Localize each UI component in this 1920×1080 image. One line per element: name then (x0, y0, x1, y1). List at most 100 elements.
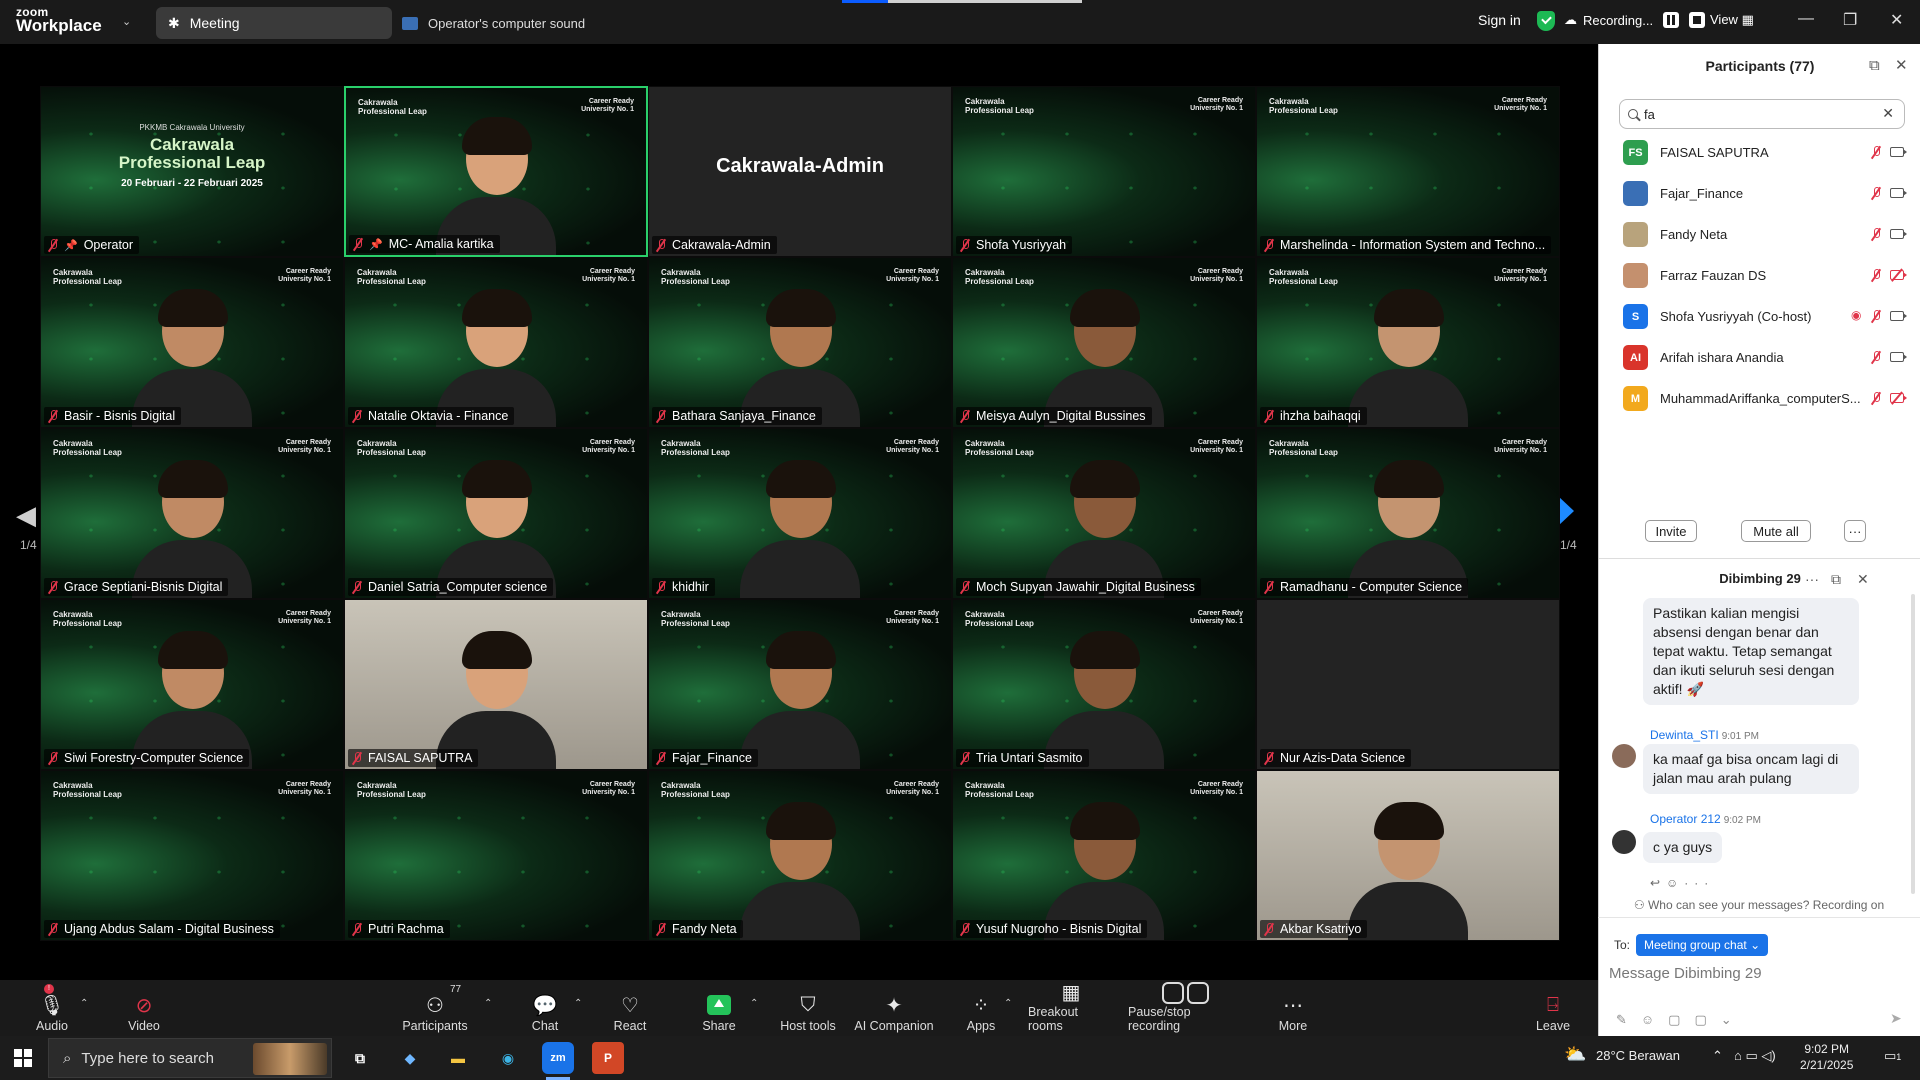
chat-options-caret[interactable]: ⌃ (574, 998, 582, 1009)
video-tile[interactable]: Cakrawala-Admin Cakrawala-Admin (648, 86, 952, 257)
video-tile[interactable]: Cakrawala Professional Leap Career Ready U… (1256, 257, 1560, 428)
security-shield-icon[interactable] (1537, 11, 1555, 31)
microphone-muted-icon[interactable] (1871, 310, 1881, 323)
copilot-icon[interactable]: ◆ (394, 1042, 426, 1074)
video-tile[interactable]: Cakrawala Professional Leap Career Ready U… (952, 428, 1256, 599)
compose-tools[interactable]: ✎☺▢▢⌄ (1616, 1012, 1746, 1028)
share-options-caret[interactable]: ⌃ (750, 998, 758, 1009)
chat-button[interactable]: 💬 Chat (530, 980, 560, 1036)
microphone-muted-icon[interactable] (1871, 269, 1881, 282)
close-icon[interactable]: ✕ (1890, 10, 1903, 30)
video-tile[interactable]: Cakrawala Professional Leap Career Ready U… (40, 599, 344, 770)
participants-options-caret[interactable]: ⌃ (484, 998, 492, 1009)
chat-more-icon[interactable]: ··· (1805, 559, 1819, 599)
minimize-icon[interactable]: — (1798, 10, 1814, 28)
apps-options-caret[interactable]: ⌃ (1004, 998, 1012, 1009)
mute-all-button[interactable]: Mute all (1741, 520, 1811, 542)
microphone-muted-icon[interactable] (1871, 392, 1881, 405)
participant-search-input[interactable]: fa ✕ (1619, 99, 1905, 129)
pause-stop-recording-button[interactable]: Pause/stop recording (1128, 980, 1242, 1036)
video-tile[interactable]: Cakrawala Professional Leap Career Ready U… (952, 257, 1256, 428)
participant-row[interactable]: S Shofa Yusriyyah (Co-host) ◉ (1599, 296, 1920, 337)
video-tile[interactable]: Akbar Ksatriyo (1256, 770, 1560, 941)
video-tile[interactable]: Cakrawala Professional Leap Career Ready U… (40, 428, 344, 599)
video-tile[interactable]: Cakrawala Professional Leap Career Ready U… (952, 599, 1256, 770)
sign-in-link[interactable]: Sign in (1478, 12, 1521, 28)
camera-off-icon[interactable] (1890, 270, 1907, 280)
camera-icon[interactable] (1890, 188, 1907, 198)
video-tile[interactable]: Cakrawala Professional Leap Career Ready U… (952, 770, 1256, 941)
apps-button[interactable]: ⁘ Apps (966, 980, 996, 1036)
audio-options-caret[interactable]: ⌃ (80, 998, 88, 1009)
participant-row[interactable]: AI Arifah ishara Anandia (1599, 337, 1920, 378)
participants-more-button[interactable]: ··· (1844, 520, 1866, 542)
invite-button[interactable]: Invite (1645, 520, 1697, 542)
video-tile[interactable]: Cakrawala Professional Leap Career Ready U… (648, 257, 952, 428)
video-tile[interactable]: Cakrawala Professional Leap Career Ready U… (40, 770, 344, 941)
system-tray-icons[interactable]: ⌂ ▭ ◁) (1734, 1048, 1776, 1064)
next-page-icon[interactable] (1558, 496, 1574, 526)
chat-visibility-note[interactable]: ⚇ Who can see your messages? Recording o… (1598, 898, 1920, 918)
participant-row[interactable]: Fajar_Finance (1599, 173, 1920, 214)
ai-companion-button[interactable]: ✦ AI Companion (854, 980, 934, 1036)
participant-row[interactable]: Fandy Neta (1599, 214, 1920, 255)
chevron-down-icon[interactable]: ⌄ (122, 15, 131, 28)
pause-recording-icon[interactable] (1663, 12, 1680, 28)
camera-icon[interactable] (1890, 311, 1907, 321)
video-tile[interactable]: Cakrawala Professional Leap Career Ready U… (344, 257, 648, 428)
message-actions[interactable]: ↩☺··· (1650, 876, 1714, 890)
pop-out-icon[interactable]: ⧉ (1869, 44, 1880, 88)
video-button[interactable]: ⊘ Video (120, 980, 168, 1036)
video-tile[interactable]: Nur Azis-Data Science (1256, 599, 1560, 770)
zoom-app-icon[interactable]: zm (542, 1042, 574, 1080)
video-tile[interactable]: Cakrawala Professional Leap Career Ready U… (1256, 428, 1560, 599)
tab-operator-sound[interactable]: Operator's computer sound (402, 7, 585, 39)
participant-row[interactable]: Farraz Fauzan DS (1599, 255, 1920, 296)
video-tile[interactable]: Cakrawala Professional Leap Career Ready U… (1256, 86, 1560, 257)
more-button[interactable]: ⋯ More (1276, 980, 1310, 1036)
microphone-muted-icon[interactable] (1871, 146, 1881, 159)
breakout-rooms-button[interactable]: ▦ Breakout rooms (1028, 980, 1114, 1036)
send-icon[interactable]: ➤ (1890, 1010, 1902, 1027)
taskbar-search-input[interactable]: ⌕ Type here to search (48, 1038, 332, 1078)
restore-icon[interactable]: ❐ (1843, 10, 1857, 30)
share-button[interactable]: Share (702, 980, 736, 1036)
stop-recording-icon[interactable] (1689, 12, 1706, 28)
task-view-icon[interactable]: ⧉ (344, 1042, 376, 1074)
chat-message-input[interactable]: Message Dibimbing 29 (1609, 965, 1762, 982)
camera-icon[interactable] (1890, 147, 1907, 157)
video-tile[interactable]: PKKMB Cakrawala University Cakrawala Profe… (40, 86, 344, 257)
chat-close-icon[interactable]: ✕ (1857, 559, 1869, 599)
powerpoint-icon[interactable]: P (592, 1042, 624, 1074)
camera-icon[interactable] (1890, 352, 1907, 362)
microphone-muted-icon[interactable] (1871, 351, 1881, 364)
video-tile[interactable]: Cakrawala Professional Leap Career Ready U… (40, 257, 344, 428)
microphone-muted-icon[interactable] (1871, 187, 1881, 200)
chat-scrollbar[interactable] (1911, 594, 1915, 894)
host-tools-button[interactable]: ⛉ Host tools (780, 980, 836, 1036)
camera-off-icon[interactable] (1890, 393, 1907, 403)
tab-meeting[interactable]: ✱ Meeting (156, 7, 392, 39)
video-tile[interactable]: Cakrawala Professional Leap Career Ready U… (648, 428, 952, 599)
close-panel-icon[interactable]: ✕ (1895, 44, 1908, 88)
taskbar-clock[interactable]: 9:02 PM 2/21/2025 (1800, 1041, 1853, 1073)
video-tile[interactable]: FAISAL SAPUTRA (344, 599, 648, 770)
video-tile[interactable]: Cakrawala Professional Leap Career Ready U… (952, 86, 1256, 257)
leave-button[interactable]: ⍈ Leave (1536, 980, 1570, 1036)
recipient-select[interactable]: Meeting group chat ⌄ (1636, 934, 1769, 956)
clear-search-icon[interactable]: ✕ (1882, 105, 1894, 122)
edge-icon[interactable]: ◉ (492, 1042, 524, 1074)
video-tile[interactable]: Cakrawala Professional Leap Career Ready U… (648, 770, 952, 941)
file-explorer-icon[interactable]: ▬ (442, 1042, 474, 1074)
microphone-muted-icon[interactable] (1871, 228, 1881, 241)
view-menu[interactable]: View ▦ (1710, 12, 1754, 28)
participant-row[interactable]: M MuhammadAriffanka_computerS... (1599, 378, 1920, 419)
camera-icon[interactable] (1890, 229, 1907, 239)
video-tile[interactable]: Cakrawala Professional Leap Career Ready U… (344, 770, 648, 941)
previous-page-icon[interactable]: ◀ (16, 500, 36, 531)
notification-icon[interactable]: ▭1 (1884, 1048, 1901, 1064)
video-tile[interactable]: Cakrawala Professional Leap Career Ready U… (648, 599, 952, 770)
show-hidden-icons[interactable]: ⌃ (1712, 1048, 1723, 1064)
weather-text[interactable]: 28°C Berawan (1596, 1048, 1680, 1063)
windows-start-icon[interactable] (14, 1049, 32, 1067)
